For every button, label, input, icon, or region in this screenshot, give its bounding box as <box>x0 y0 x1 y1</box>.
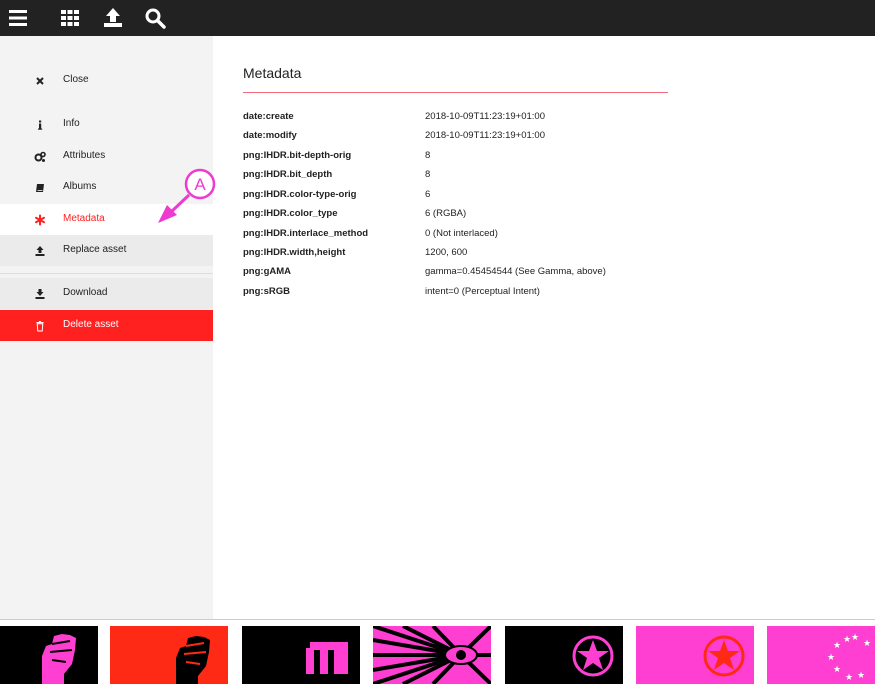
book-icon <box>36 184 44 192</box>
upload-icon[interactable] <box>101 6 125 30</box>
svg-text:★: ★ <box>833 641 841 651</box>
metadata-key: date:modify <box>243 130 297 141</box>
thumbnail-stars-ring[interactable]: ★ ★ ★ ★ ★ ★ ★ ★ <box>767 626 875 684</box>
asterisk-icon <box>35 214 45 226</box>
metadata-key: png:IHDR.bit-depth-orig <box>243 150 352 161</box>
thumbnail-eye-rays[interactable] <box>373 626 491 684</box>
sidebar-item-close[interactable]: Close <box>0 65 213 96</box>
metadata-value: intent=0 (Perceptual Intent) <box>425 286 540 297</box>
metadata-key: png:IHDR.color-type-orig <box>243 189 357 200</box>
metadata-key: png:IHDR.bit_depth <box>243 169 333 180</box>
metadata-value: 6 (RGBA) <box>425 208 467 219</box>
metadata-row: png:IHDR.bit-depth-orig 8 <box>243 150 663 166</box>
svg-text:★: ★ <box>851 633 859 643</box>
metadata-row: png:gAMA gamma=0.45454544 (See Gamma, ab… <box>243 266 663 282</box>
sidebar-item-albums[interactable]: Albums <box>0 172 213 203</box>
metadata-value: 8 <box>425 150 431 161</box>
sidebar-item-label: Replace asset <box>63 244 127 255</box>
sidebar-item-label: Attributes <box>63 150 106 161</box>
sidebar-item-download[interactable]: Download <box>0 278 213 309</box>
metadata-value: gamma=0.45454544 (See Gamma, above) <box>425 266 606 277</box>
sidebar-item-replace-asset[interactable]: Replace asset <box>0 235 213 266</box>
thumbnail-strip: ★ ★ ★ ★ ★ ★ ★ ★ <box>0 620 875 690</box>
info-icon <box>38 120 43 130</box>
grid-icon[interactable] <box>58 6 82 30</box>
sidebar-item-attributes[interactable]: Attributes <box>0 141 213 172</box>
metadata-row: date:modify 2018-10-09T11:23:19+01:00 <box>243 130 663 146</box>
metadata-row: png:IHDR.bit_depth 8 <box>243 169 663 185</box>
thumbnail-fist-pink[interactable] <box>0 626 98 684</box>
menu-icon[interactable] <box>7 6 31 30</box>
thumbnail-fist-red[interactable] <box>110 626 228 684</box>
upload-icon <box>35 246 45 256</box>
sidebar-item-metadata[interactable]: Metadata <box>0 204 213 235</box>
download-icon <box>35 289 45 299</box>
svg-text:★: ★ <box>827 653 835 663</box>
metadata-value: 8 <box>425 169 431 180</box>
sidebar-item-label: Info <box>63 118 80 129</box>
trash-icon <box>36 321 44 332</box>
sidebar-item-label: Download <box>63 287 108 298</box>
sidebar-item-info[interactable]: Info <box>0 109 213 140</box>
metadata-value: 0 (Not interlaced) <box>425 228 498 239</box>
gears-icon <box>34 151 46 162</box>
metadata-row: png:IHDR.color-type-orig 6 <box>243 189 663 205</box>
svg-text:★: ★ <box>863 639 871 649</box>
metadata-row: png:IHDR.interlace_method 0 (Not interla… <box>243 228 663 244</box>
metadata-value: 2018-10-09T11:23:19+01:00 <box>425 130 545 141</box>
search-icon[interactable] <box>143 6 167 30</box>
page-title: Metadata <box>243 65 302 81</box>
sidebar-divider <box>0 273 213 274</box>
svg-text:★: ★ <box>833 665 841 675</box>
metadata-row: png:IHDR.color_type 6 (RGBA) <box>243 208 663 224</box>
metadata-key: png:gAMA <box>243 266 292 277</box>
metadata-value: 2018-10-09T11:23:19+01:00 <box>425 111 545 122</box>
metadata-key: png:IHDR.color_type <box>243 208 338 219</box>
thumbnail-star-circle-black[interactable] <box>505 626 623 684</box>
metadata-key: png:IHDR.interlace_method <box>243 228 369 239</box>
svg-text:★: ★ <box>857 671 865 681</box>
thumbnail-letter-m[interactable] <box>242 626 360 684</box>
thumbnail-star-circle-pink[interactable] <box>636 626 754 684</box>
metadata-row: png:sRGB intent=0 (Perceptual Intent) <box>243 286 663 302</box>
svg-text:★: ★ <box>845 673 853 683</box>
metadata-key: png:IHDR.width,height <box>243 247 346 258</box>
metadata-value: 1200, 600 <box>425 247 468 258</box>
top-toolbar <box>0 0 875 36</box>
metadata-key: png:sRGB <box>243 286 290 297</box>
title-divider <box>243 92 668 93</box>
sidebar-item-delete-asset[interactable]: Delete asset <box>0 310 213 341</box>
sidebar-item-label: Close <box>63 74 89 85</box>
metadata-row: date:create 2018-10-09T11:23:19+01:00 <box>243 111 663 127</box>
sidebar-item-label: Albums <box>63 181 97 192</box>
sidebar-item-label: Delete asset <box>63 319 119 330</box>
metadata-row: png:IHDR.width,height 1200, 600 <box>243 247 663 263</box>
close-icon <box>36 77 44 85</box>
metadata-key: date:create <box>243 111 294 122</box>
svg-text:★: ★ <box>843 635 851 645</box>
sidebar: Close Info Attributes Albums Metadata Re… <box>0 36 213 619</box>
sidebar-item-label: Metadata <box>63 213 105 224</box>
metadata-value: 6 <box>425 189 431 200</box>
